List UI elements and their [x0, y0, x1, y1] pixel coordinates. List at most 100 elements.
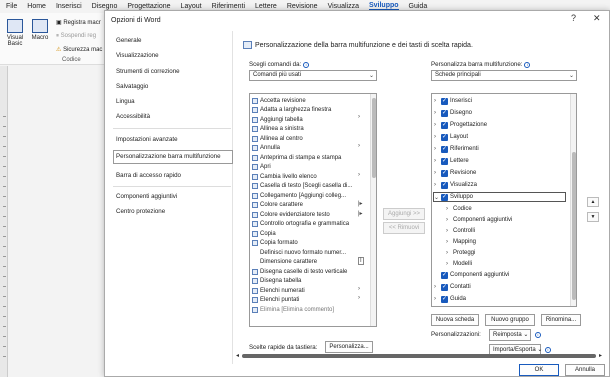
tree-item-proteggi[interactable]: › Proteggi	[446, 248, 475, 258]
nav-item-lingua[interactable]: Lingua	[116, 98, 135, 105]
registra-macro-button[interactable]: ▣ Registra macr	[56, 19, 101, 26]
menu-file[interactable]: File	[6, 3, 17, 10]
checkbox-icon: ✓	[441, 169, 448, 177]
list-item[interactable]: Colore carattere	[252, 201, 303, 210]
nav-item-accessibilita[interactable]: Accessibilità	[116, 113, 150, 120]
checkbox-icon: ✓	[441, 109, 448, 117]
list-item[interactable]: Colore evidenziatore testo	[252, 210, 330, 219]
nav-item-visualizzazione[interactable]: Visualizzazione	[116, 52, 159, 59]
menu-lettere[interactable]: Lettere	[255, 3, 277, 10]
reimposta-button[interactable]: Reimposta ⌄	[489, 329, 531, 341]
help-button[interactable]: ?	[571, 13, 576, 23]
commands-scrollbar[interactable]	[370, 94, 376, 326]
tree-item-sviluppo[interactable]: ⌄ ✓ Sviluppo	[434, 192, 473, 202]
sicurezza-macro-button[interactable]: ⚠ Sicurezza mac	[56, 46, 102, 53]
tree-item-modelli[interactable]: › Modelli	[446, 259, 472, 269]
add-button[interactable]: Aggiungi >>	[383, 208, 425, 220]
list-item[interactable]: Definisci nuovo formato numer...	[252, 248, 346, 257]
menu-home[interactable]: Home	[27, 3, 46, 10]
commands-list[interactable]: Accetta revisione Adatta a larghezza fin…	[249, 93, 377, 327]
tree-item-codice[interactable]: › Codice	[446, 204, 472, 214]
list-item[interactable]: Accetta revisione	[252, 96, 306, 105]
tree-item-controlli[interactable]: › Controlli	[446, 226, 475, 236]
nav-item-salvataggio[interactable]: Salvataggio	[116, 83, 148, 90]
tree-scrollbar[interactable]	[570, 94, 576, 306]
nav-item-personalizzazione-barra[interactable]: Personalizzazione barra multifunzione	[116, 153, 221, 160]
personalizza-tastiera-button[interactable]: Personalizza...	[325, 341, 373, 353]
ribbon-tabs-tree[interactable]: › ✓ Inserisci › ✓ Disegno › ✓ Progettazione › ✓…	[431, 93, 577, 307]
menu-riferimenti[interactable]: Riferimenti	[212, 3, 245, 10]
list-item[interactable]: Copia formato	[252, 239, 298, 248]
tree-item-contatti[interactable]: › ✓ Contatti	[434, 282, 471, 292]
nav-item-strumenti-correzione[interactable]: Strumenti di correzione	[116, 68, 180, 75]
annulla-button[interactable]: Annulla	[565, 364, 605, 376]
tree-item-progettazione[interactable]: › ✓ Progettazione	[434, 120, 487, 130]
list-item[interactable]: Disegna tabella	[252, 277, 301, 286]
list-item[interactable]: Adatta a larghezza finestra	[252, 106, 331, 115]
nav-item-barra-accesso-rapido[interactable]: Barra di accesso rapido	[116, 172, 181, 179]
nav-item-componenti-aggiuntivi[interactable]: Componenti aggiuntivi	[116, 193, 177, 200]
menu-inserisci[interactable]: Inserisci	[56, 3, 82, 10]
scroll-thumb[interactable]	[242, 354, 596, 358]
list-item[interactable]: Allinea al centro	[252, 134, 303, 143]
list-item[interactable]: Apri	[252, 163, 271, 172]
menu-guida[interactable]: Guida	[409, 3, 428, 10]
tree-item-revisione[interactable]: › ✓ Revisione	[434, 168, 476, 178]
scroll-thumb[interactable]	[372, 98, 376, 178]
nav-item-generale[interactable]: Generale	[116, 37, 141, 44]
tree-item-componenti-aggiuntivi-group[interactable]: › Componenti aggiuntivi	[446, 215, 512, 225]
macro-button[interactable]: Macro	[30, 19, 50, 41]
command-icon	[252, 192, 258, 199]
tree-item-inserisci[interactable]: › ✓ Inserisci	[434, 96, 472, 106]
visual-basic-button[interactable]: Visual Basic	[4, 19, 26, 47]
tree-item-lettere[interactable]: › ✓ Lettere	[434, 156, 469, 166]
info-icon: i	[524, 62, 531, 68]
nuovo-gruppo-button[interactable]: Nuovo gruppo	[485, 314, 535, 326]
nav-item-centro-protezione[interactable]: Centro protezione	[116, 208, 165, 215]
scroll-thumb[interactable]	[572, 152, 576, 300]
horizontal-scrollbar[interactable]: ◂ ▸	[236, 353, 602, 359]
menu-revisione[interactable]: Revisione	[287, 3, 318, 10]
menu-disegno[interactable]: Disegno	[92, 3, 118, 10]
menu-layout[interactable]: Layout	[181, 3, 202, 10]
close-button[interactable]: ✕	[593, 13, 601, 24]
tree-item-disegno[interactable]: › ✓ Disegno	[434, 108, 472, 118]
list-item[interactable]: Anteprima di stampa e stampa	[252, 153, 341, 162]
tree-item-riferimenti[interactable]: › ✓ Riferimenti	[434, 144, 479, 154]
list-item[interactable]: Collegamento [Aggiungi colleg...	[252, 191, 346, 200]
rinomina-button[interactable]: Rinomina...	[541, 314, 581, 326]
nav-item-impostazioni-avanzate[interactable]: Impostazioni avanzate	[116, 136, 178, 143]
list-item[interactable]: Elimina [Elimina commento]	[252, 305, 334, 314]
list-item[interactable]: Elenchi puntati	[252, 296, 299, 305]
list-item[interactable]: Annulla	[252, 144, 280, 153]
move-up-button[interactable]: ▲	[587, 197, 599, 207]
menu-progettazione[interactable]: Progettazione	[127, 3, 170, 10]
list-item[interactable]: Dimensione carattere	[252, 258, 317, 267]
checkbox-icon: ✓	[441, 271, 448, 279]
list-item[interactable]: Casella di testo [Scegli casella di...	[252, 182, 352, 191]
choose-commands-select[interactable]: Comandi più usati ⌄	[249, 70, 377, 81]
remove-button[interactable]: << Rimuovi	[383, 222, 425, 234]
list-item[interactable]: Controllo ortografia e grammatica	[252, 220, 349, 229]
sospendi-button[interactable]: ⏸ Sospendi reg	[56, 33, 96, 40]
scroll-right-icon[interactable]: ▸	[599, 352, 602, 359]
tree-item-guida[interactable]: › ✓ Guida	[434, 294, 466, 304]
ok-button[interactable]: OK	[519, 364, 559, 376]
tree-item-visualizza[interactable]: › ✓ Visualizza	[434, 180, 477, 190]
tree-item-mapping[interactable]: › Mapping	[446, 237, 476, 247]
scroll-left-icon[interactable]: ◂	[236, 352, 239, 359]
list-item[interactable]: Elenchi numerati	[252, 286, 305, 295]
tree-item-layout[interactable]: › ✓ Layout	[434, 132, 468, 142]
move-down-button[interactable]: ▼	[587, 212, 599, 222]
list-item[interactable]: Allinea a sinistra	[252, 125, 304, 134]
nuova-scheda-button[interactable]: Nuova scheda	[431, 314, 479, 326]
list-item[interactable]: Disegna caselle di testo verticale	[252, 267, 347, 276]
list-item[interactable]: Aggiungi tabella	[252, 115, 303, 124]
command-icon	[252, 135, 258, 142]
checkbox-icon: ✓	[441, 193, 448, 201]
list-item[interactable]: Copia	[252, 229, 276, 238]
menu-visualizza[interactable]: Visualizza	[328, 3, 359, 10]
list-item[interactable]: Cambia livello elenco	[252, 172, 317, 181]
tree-item-componenti-aggiuntivi[interactable]: ✓ Componenti aggiuntivi	[434, 270, 509, 280]
customize-ribbon-select[interactable]: Schede principali ⌄	[431, 70, 577, 81]
